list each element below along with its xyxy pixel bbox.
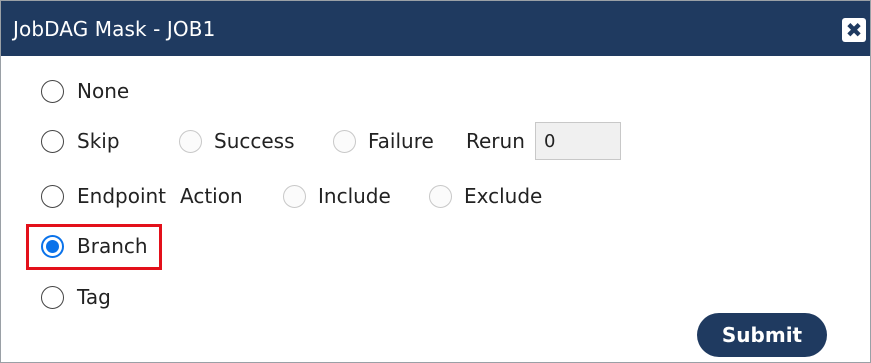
label-rerun: Rerun	[466, 129, 525, 153]
radio-success[interactable]	[179, 130, 202, 153]
label-tag: Tag	[77, 285, 111, 309]
radio-branch[interactable]	[41, 235, 64, 258]
label-include: Include	[318, 184, 391, 208]
radio-include[interactable]	[283, 185, 306, 208]
label-exclude: Exclude	[464, 184, 543, 208]
radio-failure[interactable]	[333, 130, 356, 153]
submit-button[interactable]: Submit	[697, 313, 827, 357]
radio-endpoint[interactable]	[41, 185, 64, 208]
jobdag-mask-dialog: JobDAG Mask - JOB1 ✖ None Skip Success F…	[0, 0, 871, 363]
radio-exclude[interactable]	[429, 185, 452, 208]
label-action: Action	[180, 184, 243, 208]
dialog-title: JobDAG Mask - JOB1	[13, 17, 216, 41]
label-branch: Branch	[77, 234, 148, 258]
label-failure: Failure	[368, 129, 434, 153]
dialog-titlebar: JobDAG Mask - JOB1 ✖	[1, 1, 870, 56]
rerun-input[interactable]	[535, 122, 621, 160]
radio-none[interactable]	[41, 80, 64, 103]
label-skip: Skip	[77, 129, 120, 153]
label-endpoint: Endpoint	[77, 184, 167, 208]
radio-skip[interactable]	[41, 130, 64, 153]
label-none: None	[77, 79, 130, 103]
label-success: Success	[214, 129, 295, 153]
close-icon[interactable]: ✖	[842, 18, 866, 42]
radio-tag[interactable]	[41, 286, 64, 309]
